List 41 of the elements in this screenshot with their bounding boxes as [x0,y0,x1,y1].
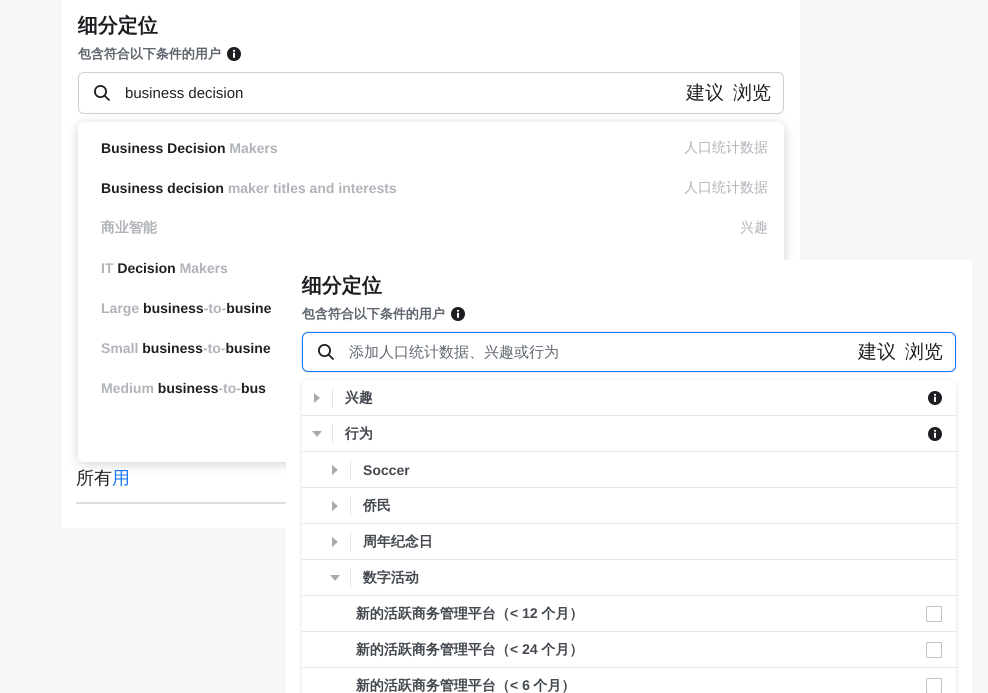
checkbox[interactable] [926,678,942,693]
section-subtitle: 包含符合以下条件的用户 [78,45,221,63]
tree-item[interactable]: Soccer [302,452,956,488]
search-link[interactable]: 浏览 [905,339,943,365]
tree-item[interactable]: 兴趣 [302,380,956,416]
caret-right-icon[interactable] [314,392,320,402]
search-field[interactable]: 添加人口统计数据、兴趣或行为 建议 浏览 [302,332,956,372]
tree-item[interactable]: 数字活动 [302,560,956,596]
suggestion-category: 兴趣 [740,219,768,237]
section-title: 细分定位 [302,274,383,298]
search-field[interactable]: business decision 建议 浏览 [78,72,784,114]
search-link[interactable]: 建议 [686,80,724,106]
suggestion-item[interactable]: IT Decision Makers [78,248,244,288]
checkbox[interactable] [926,642,942,658]
audience-text: 所有 [76,467,112,490]
tree-item[interactable]: 周年纪念日 [302,524,956,560]
tree-item[interactable]: 行为 [302,416,956,452]
suggestion-category: 人口统计数据 [684,139,768,157]
caret-right-icon[interactable] [332,500,338,510]
audience-link[interactable]: 用 [112,466,130,502]
section-title: 细分定位 [78,14,159,38]
caret-down-icon[interactable] [312,430,322,436]
suggestion-item[interactable]: Small business-to-busine [78,328,287,368]
caret-down-icon[interactable] [330,574,340,580]
tree-option[interactable]: 新的活跃商务管理平台（< 24 个月） [302,632,956,668]
suggestion-item[interactable]: Medium business-to-bus [78,368,282,408]
tree-item[interactable]: 侨民 [302,488,956,524]
caret-right-icon[interactable] [332,464,338,474]
caret-right-icon[interactable] [332,536,338,546]
suggestion-item[interactable]: Business decision maker titles and interests 人口统计数据 [78,168,784,208]
checkbox[interactable] [926,606,942,622]
search-link[interactable]: 浏览 [733,80,771,106]
search-icon [93,84,111,102]
tree-option[interactable]: 新的活跃商务管理平台（< 6 个月） [302,668,956,693]
tree-option[interactable]: 新的活跃商务管理平台（< 12 个月） [302,596,956,632]
section-subtitle: 包含符合以下条件的用户 [302,305,445,323]
suggestion-category: 人口统计数据 [684,179,768,197]
search-link[interactable]: 建议 [858,339,896,365]
suggestion-item[interactable]: Business Decision Makers 人口统计数据 [78,128,784,168]
search-icon [317,343,335,361]
suggestion-item[interactable]: Large business-to-busine [78,288,288,328]
